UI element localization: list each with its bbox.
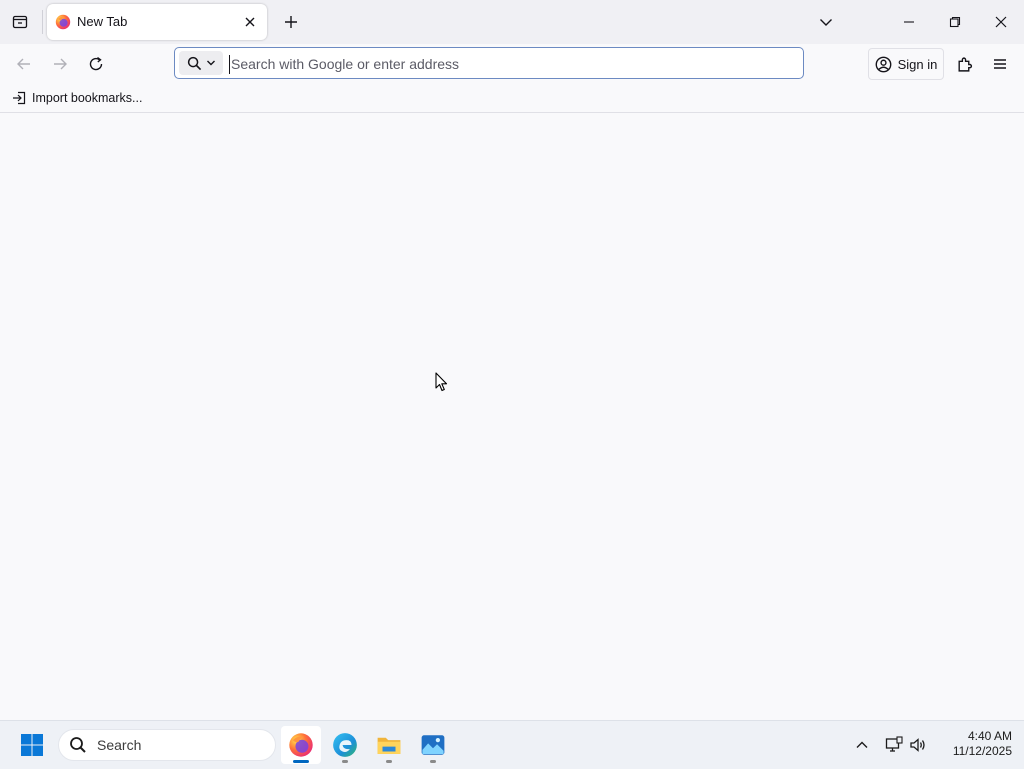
close-tab-button[interactable] [240, 12, 260, 32]
account-icon [875, 56, 892, 72]
extensions-button[interactable] [950, 50, 978, 78]
bookmarks-toolbar: Import bookmarks... [0, 84, 1024, 113]
tab-title: New Tab [77, 14, 128, 29]
arrow-left-icon [17, 58, 30, 70]
sign-in-label: Sign in [897, 56, 938, 72]
volume-button[interactable] [906, 733, 930, 757]
taskbar-app-photos[interactable] [413, 726, 453, 764]
import-icon [13, 91, 26, 105]
start-button[interactable] [12, 728, 52, 762]
clock-time: 4:40 AM [967, 729, 1012, 743]
running-app-indicator [386, 760, 392, 763]
plus-icon [285, 16, 297, 28]
show-hidden-icons-button[interactable] [850, 733, 874, 757]
firefox-icon [55, 14, 71, 30]
firefox-icon [289, 733, 313, 757]
chevron-down-icon [820, 19, 832, 26]
tab-strip: New Tab [0, 0, 1024, 44]
import-bookmarks-label: Import bookmarks... [32, 91, 143, 105]
edge-icon [333, 733, 357, 757]
clock-date: 11/12/2025 [952, 744, 1012, 758]
navigation-toolbar: Sign in [0, 44, 1024, 84]
firefox-view-icon [12, 15, 28, 29]
network-button[interactable] [882, 733, 906, 757]
page-content[interactable] [0, 113, 1024, 720]
taskbar-search-box[interactable]: Search [58, 729, 276, 761]
taskbar-search-label: Search [97, 737, 142, 753]
photos-icon [421, 735, 445, 755]
close-window-button[interactable] [978, 0, 1024, 44]
search-icon [187, 56, 201, 70]
windows-logo-icon [21, 734, 43, 756]
chevron-up-icon [856, 741, 868, 748]
puzzle-icon [957, 57, 972, 72]
active-app-indicator [293, 760, 309, 763]
forward-button[interactable] [46, 50, 74, 78]
minimize-button[interactable] [886, 0, 932, 44]
list-all-tabs-button[interactable] [812, 8, 840, 36]
restore-icon [949, 16, 961, 28]
taskbar-app-file-explorer[interactable] [369, 726, 409, 764]
hamburger-menu-icon [994, 59, 1006, 69]
close-icon [245, 17, 255, 27]
back-button[interactable] [10, 50, 38, 78]
import-bookmarks-button[interactable]: Import bookmarks... [8, 88, 146, 108]
folder-icon [377, 737, 401, 754]
network-icon [885, 736, 903, 752]
new-tab-button[interactable] [278, 8, 304, 36]
search-icon [70, 737, 86, 753]
restore-button[interactable] [932, 0, 978, 44]
firefox-view-button[interactable] [6, 8, 34, 36]
close-icon [995, 16, 1007, 28]
running-app-indicator [342, 760, 348, 763]
tab-divider [42, 10, 43, 34]
running-app-indicator [430, 760, 436, 763]
taskbar-app-edge[interactable] [325, 726, 365, 764]
taskbar-app-firefox[interactable] [281, 726, 321, 764]
url-bar[interactable] [174, 47, 804, 79]
url-input[interactable] [229, 52, 793, 76]
minimize-icon [904, 21, 914, 23]
reload-icon [89, 56, 103, 71]
speaker-icon [910, 738, 925, 752]
browser-window: New Tab Search with Google or enter addr… [0, 0, 1024, 720]
mouse-pointer-icon [435, 372, 448, 392]
app-menu-button[interactable] [986, 50, 1014, 78]
reload-button[interactable] [82, 50, 110, 78]
search-engine-button[interactable] [179, 51, 223, 75]
arrow-right-icon [54, 58, 67, 70]
chevron-down-icon [206, 60, 215, 66]
text-caret [229, 55, 230, 74]
sign-in-button[interactable]: Sign in [868, 48, 944, 80]
taskbar: Search 4:40 AM 11/12/2025 [0, 720, 1024, 769]
tab-new-tab[interactable]: New Tab [47, 4, 267, 40]
system-clock[interactable]: 4:40 AM 11/12/2025 [936, 729, 1012, 759]
